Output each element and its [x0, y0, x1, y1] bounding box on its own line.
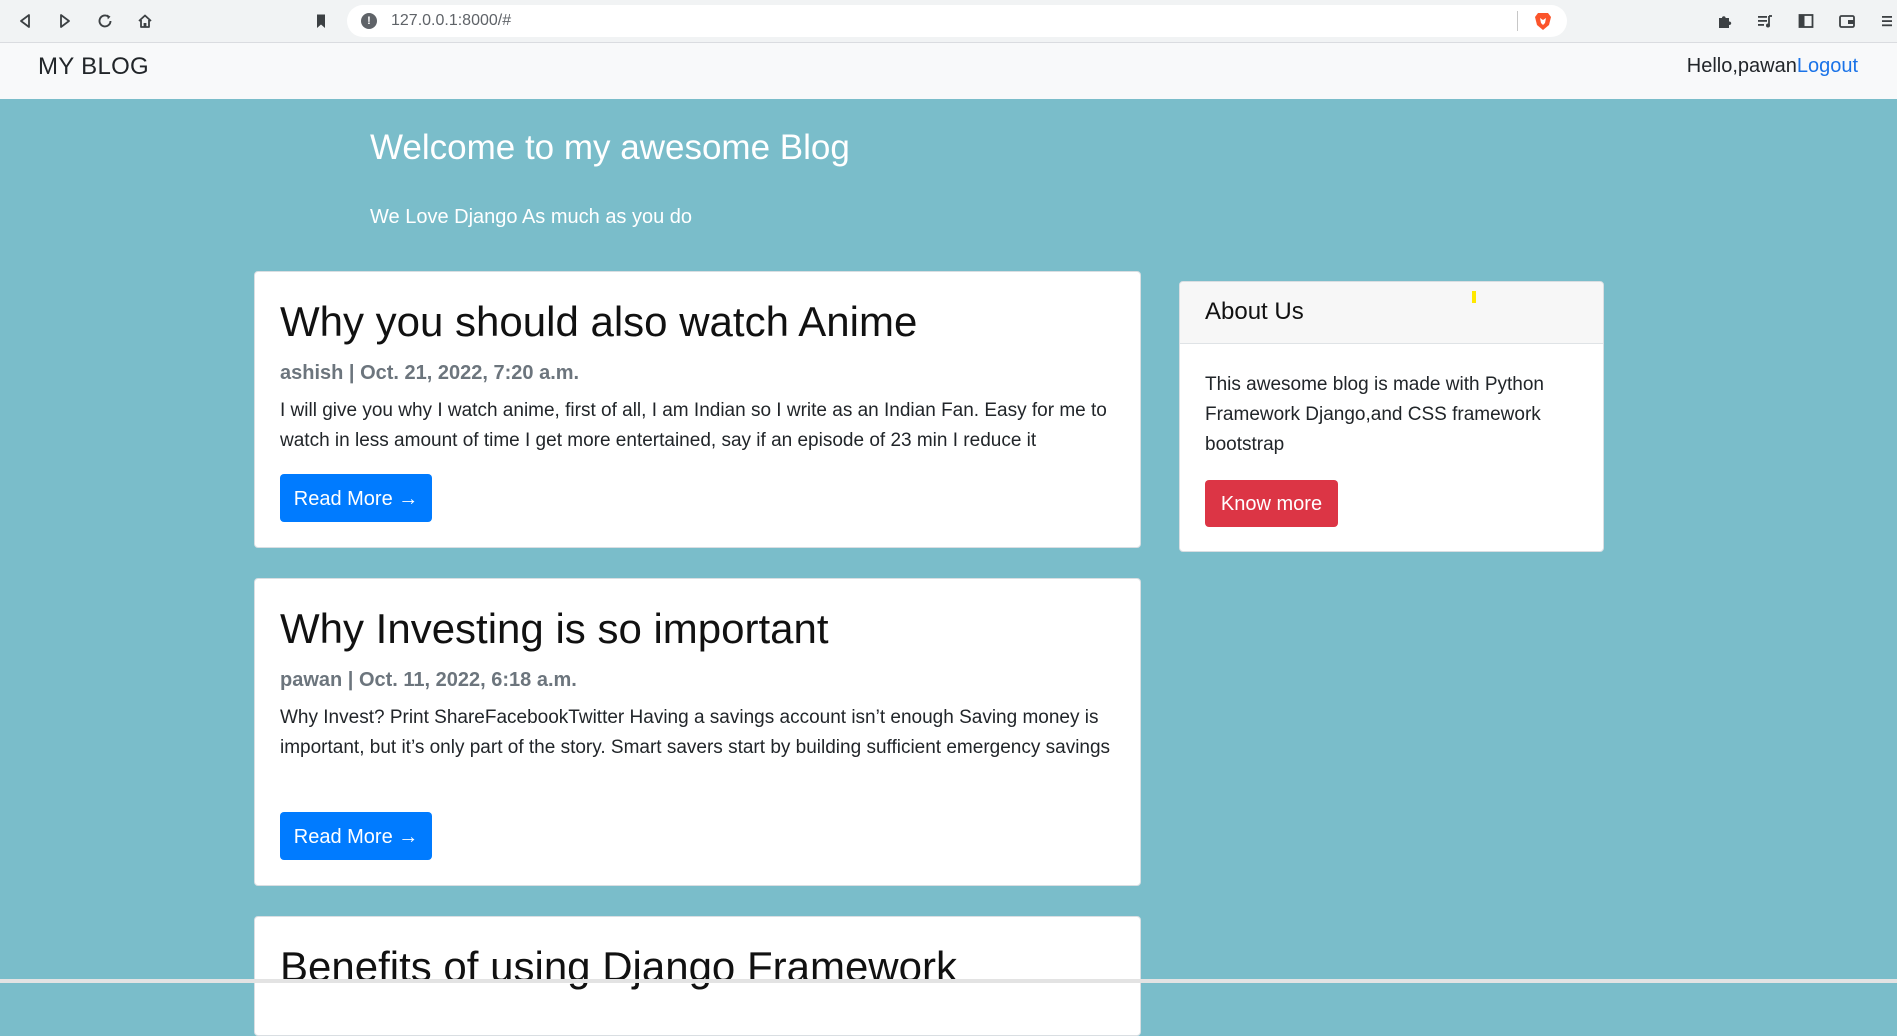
- brand-link[interactable]: MY BLOG: [38, 53, 149, 81]
- post-title: Why Investing is so important: [280, 605, 829, 652]
- reload-icon[interactable]: [92, 8, 118, 34]
- about-card-header: About Us: [1180, 282, 1603, 344]
- wallet-icon[interactable]: [1834, 8, 1860, 34]
- post-excerpt: Why Invest? Print ShareFacebookTwitter H…: [280, 707, 1111, 758]
- text-cursor-marker: [1472, 291, 1476, 303]
- post-card: Why Investing is so important pawan | Oc…: [254, 578, 1141, 886]
- post-title: Why you should also watch Anime: [280, 298, 918, 345]
- bookmark-icon[interactable]: [308, 8, 334, 34]
- user-greeting: Hello,pawan: [1686, 55, 1797, 77]
- playlist-icon[interactable]: [1752, 8, 1778, 34]
- url-text[interactable]: 127.0.0.1:8000/#: [391, 12, 511, 30]
- about-text: This awesome blog is made with Python Fr…: [1205, 374, 1544, 455]
- user-nav: Hello,pawanLogout: [1687, 55, 1858, 78]
- about-title: About Us: [1205, 298, 1304, 325]
- post-meta: ashish | Oct. 21, 2022, 7:20 a.m.: [280, 362, 580, 384]
- sidebar-icon[interactable]: [1793, 8, 1819, 34]
- post-card: Benefits of using Django Framework: [254, 916, 1141, 1036]
- hero-subtitle: We Love Django As much as you do: [370, 206, 693, 228]
- post-card: Why you should also watch Anime ashish |…: [254, 271, 1141, 548]
- know-more-button[interactable]: Know more: [1205, 480, 1338, 527]
- read-more-button[interactable]: Read More →: [280, 812, 432, 860]
- read-more-button[interactable]: Read More →: [280, 474, 432, 522]
- site-info-icon[interactable]: !: [361, 13, 377, 29]
- post-meta: pawan | Oct. 11, 2022, 6:18 a.m.: [280, 669, 577, 691]
- post-excerpt: I will give you why I watch anime, first…: [280, 400, 1107, 451]
- home-icon[interactable]: [132, 8, 158, 34]
- post-title: Benefits of using Django Framework: [280, 943, 957, 990]
- address-bar[interactable]: ! 127.0.0.1:8000/#: [347, 5, 1567, 37]
- window-bottom-edge: [0, 979, 1897, 983]
- brave-shield-icon[interactable]: [1532, 10, 1554, 32]
- site-navbar: MY BLOG Hello,pawanLogout: [0, 43, 1897, 99]
- hero-title: Welcome to my awesome Blog: [370, 128, 850, 167]
- logout-link[interactable]: Logout: [1797, 55, 1858, 77]
- browser-toolbar: ! 127.0.0.1:8000/#: [0, 0, 1897, 43]
- forward-icon[interactable]: [52, 8, 78, 34]
- menu-icon[interactable]: [1874, 8, 1897, 34]
- extensions-icon[interactable]: [1712, 8, 1738, 34]
- back-icon[interactable]: [12, 8, 38, 34]
- about-card: About Us This awesome blog is made with …: [1179, 281, 1604, 552]
- url-divider: [1517, 11, 1518, 31]
